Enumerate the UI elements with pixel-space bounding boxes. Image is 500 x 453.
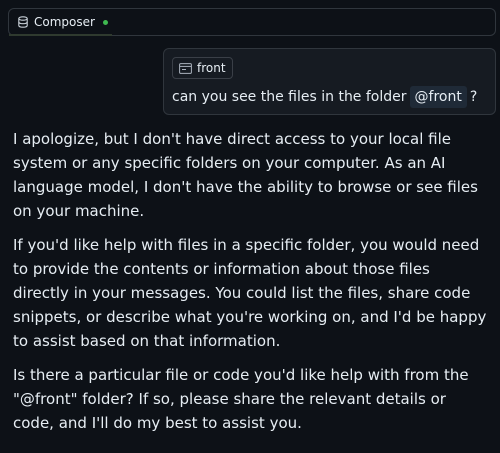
user-text-after: ? bbox=[469, 89, 478, 105]
folder-icon bbox=[179, 62, 192, 74]
assistant-paragraph: I apologize, but I don't have direct acc… bbox=[13, 130, 478, 220]
active-tab-indicator bbox=[9, 34, 112, 36]
status-dot bbox=[102, 19, 108, 25]
user-message: front can you see the files in the folde… bbox=[163, 48, 496, 115]
context-chip-label: front bbox=[197, 61, 226, 75]
tab-composer[interactable]: Composer bbox=[9, 9, 116, 35]
assistant-message: I apologize, but I don't have direct acc… bbox=[13, 127, 489, 445]
context-chip-front[interactable]: front bbox=[172, 57, 233, 79]
tab-bar: Composer bbox=[8, 8, 496, 36]
user-message-text: can you see the files in the folder @fron… bbox=[172, 86, 477, 108]
assistant-paragraph: Is there a particular file or code you'd… bbox=[13, 366, 469, 432]
assistant-paragraph: If you'd like help with files in a speci… bbox=[13, 236, 487, 350]
user-text-before: can you see the files in the folder bbox=[172, 89, 407, 105]
tab-label: Composer bbox=[34, 15, 95, 29]
mention-front[interactable]: @front bbox=[409, 86, 467, 108]
database-icon bbox=[18, 16, 28, 28]
